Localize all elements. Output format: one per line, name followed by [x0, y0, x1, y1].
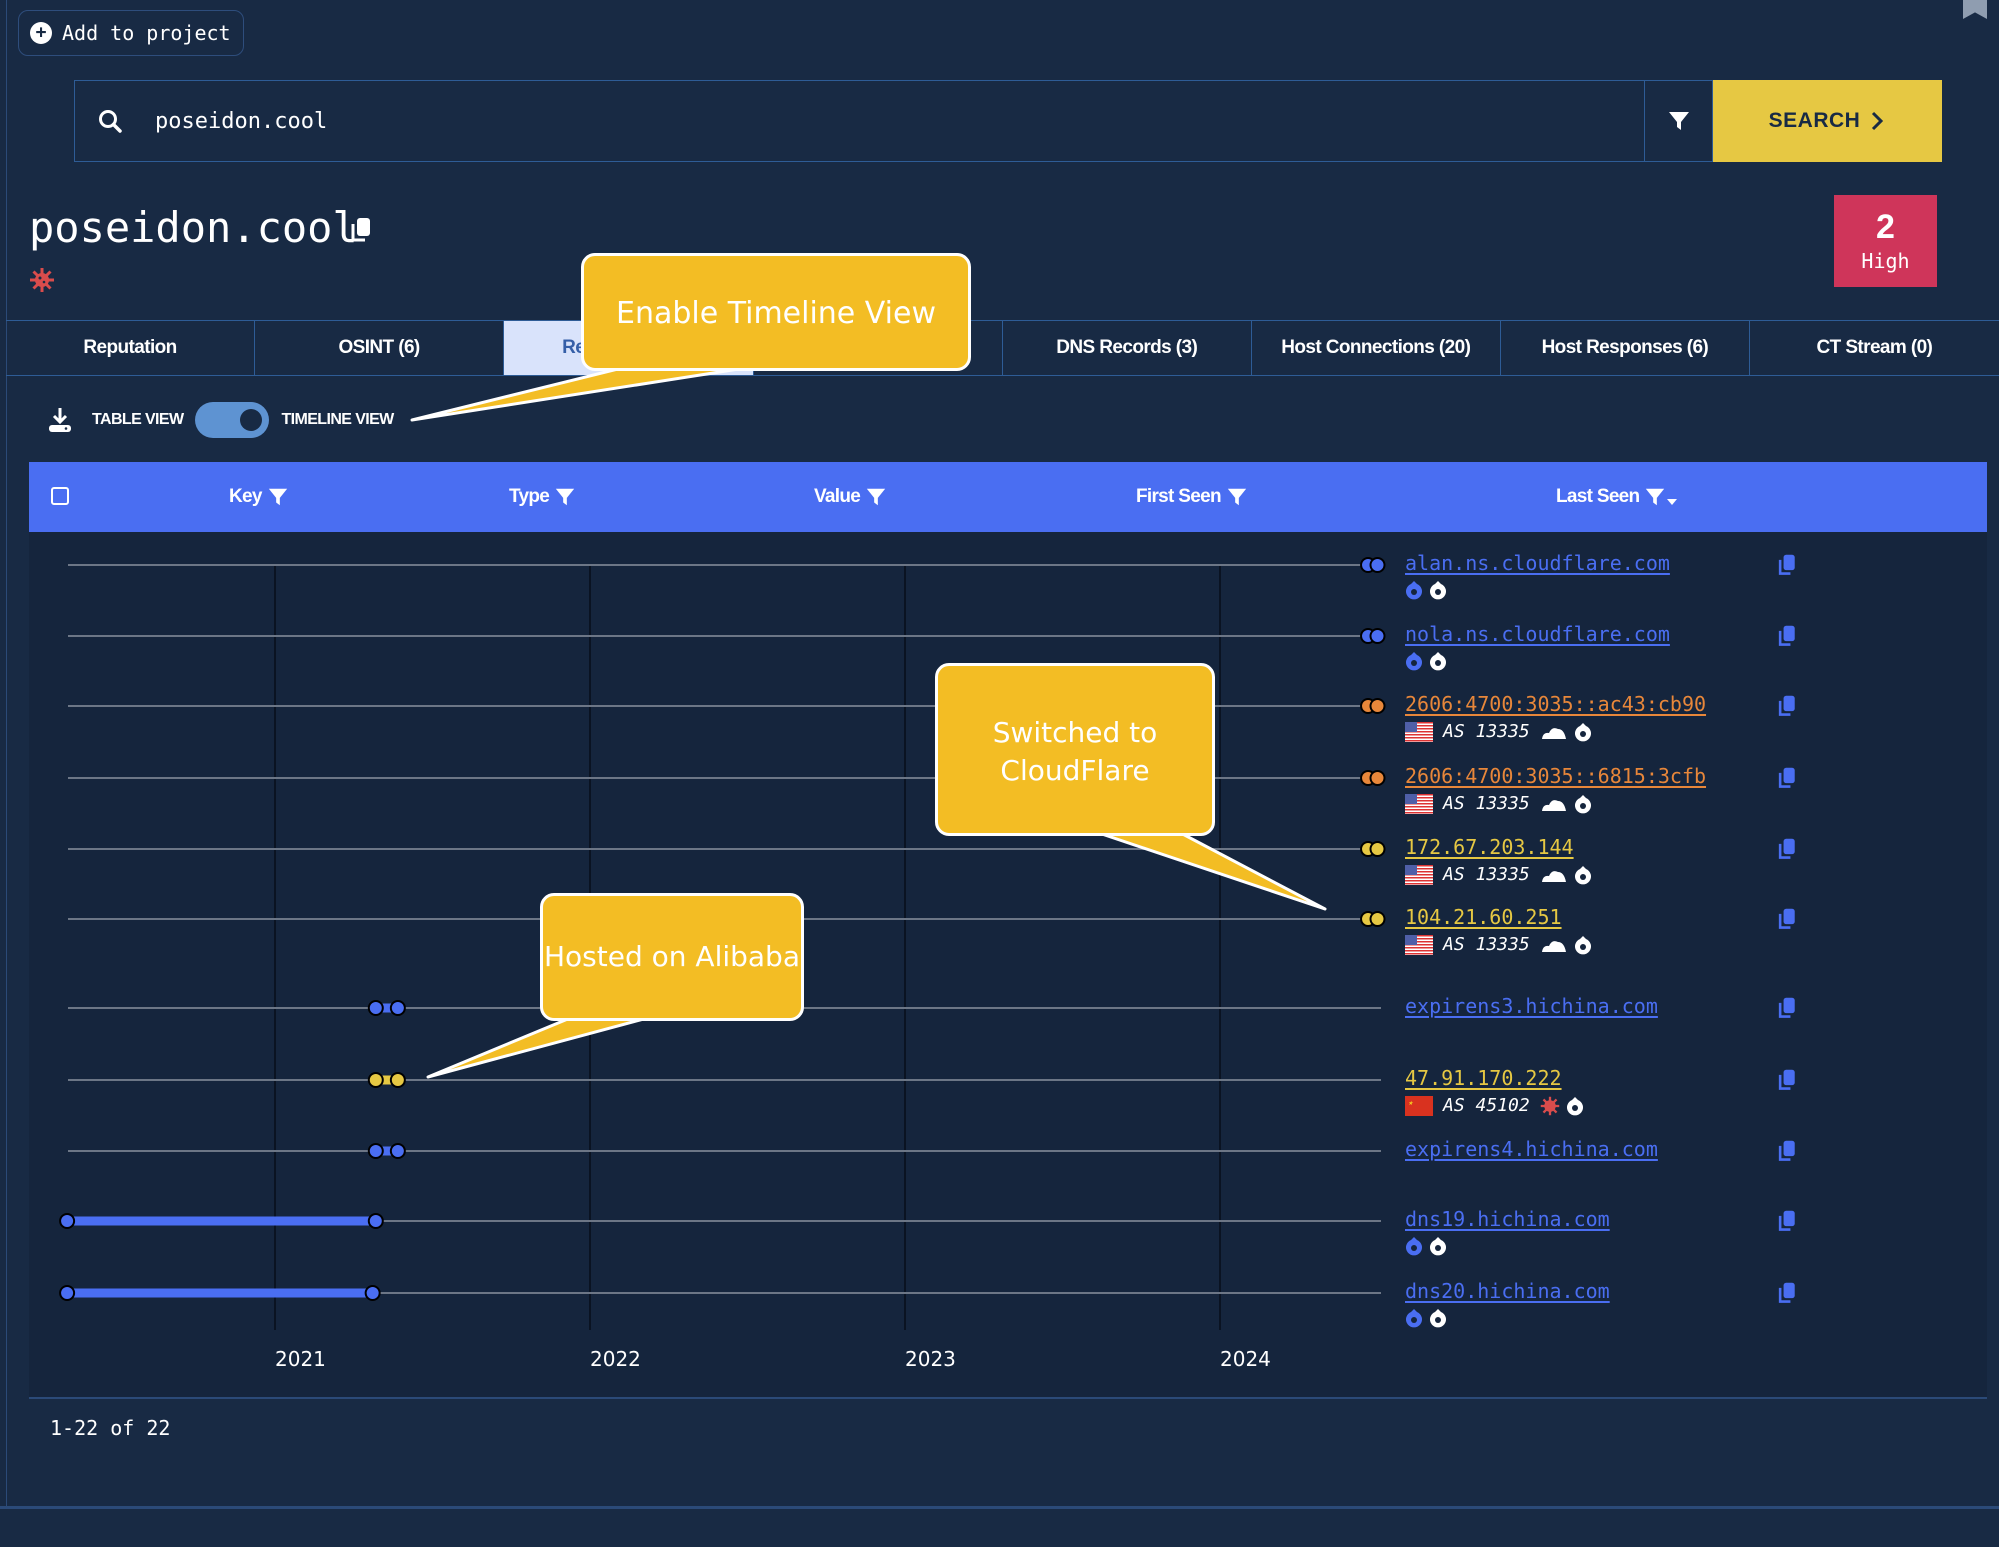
bottom-strip [0, 1509, 1999, 1547]
row-value-link[interactable]: 104.21.60.251 [1405, 905, 1562, 929]
last-seen-marker [1369, 698, 1386, 714]
blue-badge-icon [1406, 652, 1422, 671]
row-meta: ★ AS 45102 [1405, 1095, 1584, 1116]
us-flag-icon [1405, 793, 1433, 814]
last-seen-marker [389, 1143, 406, 1159]
cloud-icon [1541, 870, 1566, 882]
copy-icon[interactable] [1777, 694, 1797, 722]
last-seen-marker [389, 1000, 406, 1016]
callout-enable-timeline: Enable Timeline View [581, 253, 971, 371]
copy-icon[interactable] [1777, 766, 1797, 794]
white-badge-icon [1430, 1237, 1446, 1256]
first-seen-marker [367, 1000, 384, 1016]
row-value-link[interactable]: 2606:4700:3035::6815:3cfb [1405, 764, 1706, 788]
white-badge-icon [1574, 722, 1591, 741]
cn-flag-icon: ★ [1405, 1095, 1433, 1116]
row-value-link[interactable]: 172.67.203.144 [1405, 835, 1574, 859]
row-value-link[interactable]: expirens3.hichina.com [1405, 994, 1658, 1018]
callout-cloudflare: Switched to CloudFlare [935, 663, 1215, 836]
copy-icon[interactable] [1777, 624, 1797, 652]
virus-icon [1540, 1096, 1559, 1115]
us-flag-icon [1405, 864, 1433, 885]
last-seen-marker [1369, 557, 1386, 573]
axis-tick-label: 2023 [905, 1347, 956, 1371]
white-badge-icon [1574, 935, 1591, 954]
axis-tick-label: 2024 [1220, 1347, 1271, 1371]
row-meta: AS 13335 [1405, 864, 1592, 885]
last-seen-marker [1369, 841, 1386, 857]
callout-alibaba: Hosted on Alibaba [540, 893, 804, 1021]
row-value-link[interactable]: dns20.hichina.com [1405, 1279, 1610, 1303]
copy-icon[interactable] [1777, 996, 1797, 1024]
row-meta: AS 13335 [1405, 793, 1592, 814]
cloud-icon [1541, 727, 1566, 739]
blue-badge-icon [1406, 581, 1422, 600]
last-seen-marker [389, 1072, 406, 1088]
row-value-link[interactable]: 2606:4700:3035::ac43:cb90 [1405, 692, 1706, 716]
callout-text: Switched to [992, 716, 1158, 749]
last-seen-marker [1369, 770, 1386, 786]
copy-icon[interactable] [1777, 907, 1797, 935]
cloud-icon [1541, 799, 1566, 811]
white-badge-icon [1566, 1096, 1583, 1115]
first-seen-marker [59, 1285, 76, 1301]
last-seen-marker [364, 1285, 381, 1301]
white-badge-icon [1574, 865, 1591, 884]
row-meta: AS 13335 [1405, 934, 1592, 955]
row-meta [1405, 580, 1447, 600]
first-seen-marker [367, 1072, 384, 1088]
white-badge-icon [1430, 652, 1446, 671]
axis-tick-label: 2021 [275, 1347, 326, 1371]
row-value-link[interactable]: expirens4.hichina.com [1405, 1137, 1658, 1161]
callout-text: Hosted on Alibaba [543, 940, 800, 973]
last-seen-marker [1369, 628, 1386, 644]
row-value-link[interactable]: 47.91.170.222 [1405, 1066, 1562, 1090]
callout-text: CloudFlare [1000, 754, 1150, 787]
white-badge-icon [1574, 794, 1591, 813]
first-seen-marker [59, 1213, 76, 1229]
asn-label: AS 13335 [1443, 864, 1530, 885]
copy-icon[interactable] [1777, 553, 1797, 581]
asn-label: AS 13335 [1443, 721, 1530, 742]
copy-icon[interactable] [1777, 1068, 1797, 1096]
copy-icon[interactable] [1777, 1281, 1797, 1309]
footer-divider [29, 1397, 1987, 1399]
row-meta [1405, 1236, 1447, 1256]
row-meta: AS 13335 [1405, 721, 1592, 742]
blue-badge-icon [1406, 1237, 1422, 1256]
asn-label: AS 13335 [1443, 934, 1530, 955]
row-value-link[interactable]: nola.ns.cloudflare.com [1405, 622, 1670, 646]
us-flag-icon [1405, 934, 1433, 955]
us-flag-icon [1405, 721, 1433, 742]
white-badge-icon [1430, 1309, 1446, 1328]
white-badge-icon [1430, 581, 1446, 600]
axis-tick-label: 2022 [590, 1347, 641, 1371]
copy-icon[interactable] [1777, 1139, 1797, 1167]
copy-icon[interactable] [1777, 837, 1797, 865]
first-seen-marker [367, 1143, 384, 1159]
last-seen-marker [1369, 911, 1386, 927]
bottom-border [0, 1506, 1999, 1509]
last-seen-marker [367, 1213, 384, 1229]
asn-label: AS 45102 [1443, 1095, 1530, 1116]
copy-icon[interactable] [1777, 1209, 1797, 1237]
row-meta [1405, 1308, 1447, 1328]
pagination-label: 1-22 of 22 [50, 1416, 171, 1440]
row-value-link[interactable]: alan.ns.cloudflare.com [1405, 551, 1670, 575]
row-value-link[interactable]: dns19.hichina.com [1405, 1207, 1610, 1231]
row-meta [1405, 651, 1447, 671]
asn-label: AS 13335 [1443, 793, 1530, 814]
blue-badge-icon [1406, 1309, 1422, 1328]
callout-text: Enable Timeline View [615, 296, 936, 331]
cloud-icon [1541, 940, 1566, 952]
